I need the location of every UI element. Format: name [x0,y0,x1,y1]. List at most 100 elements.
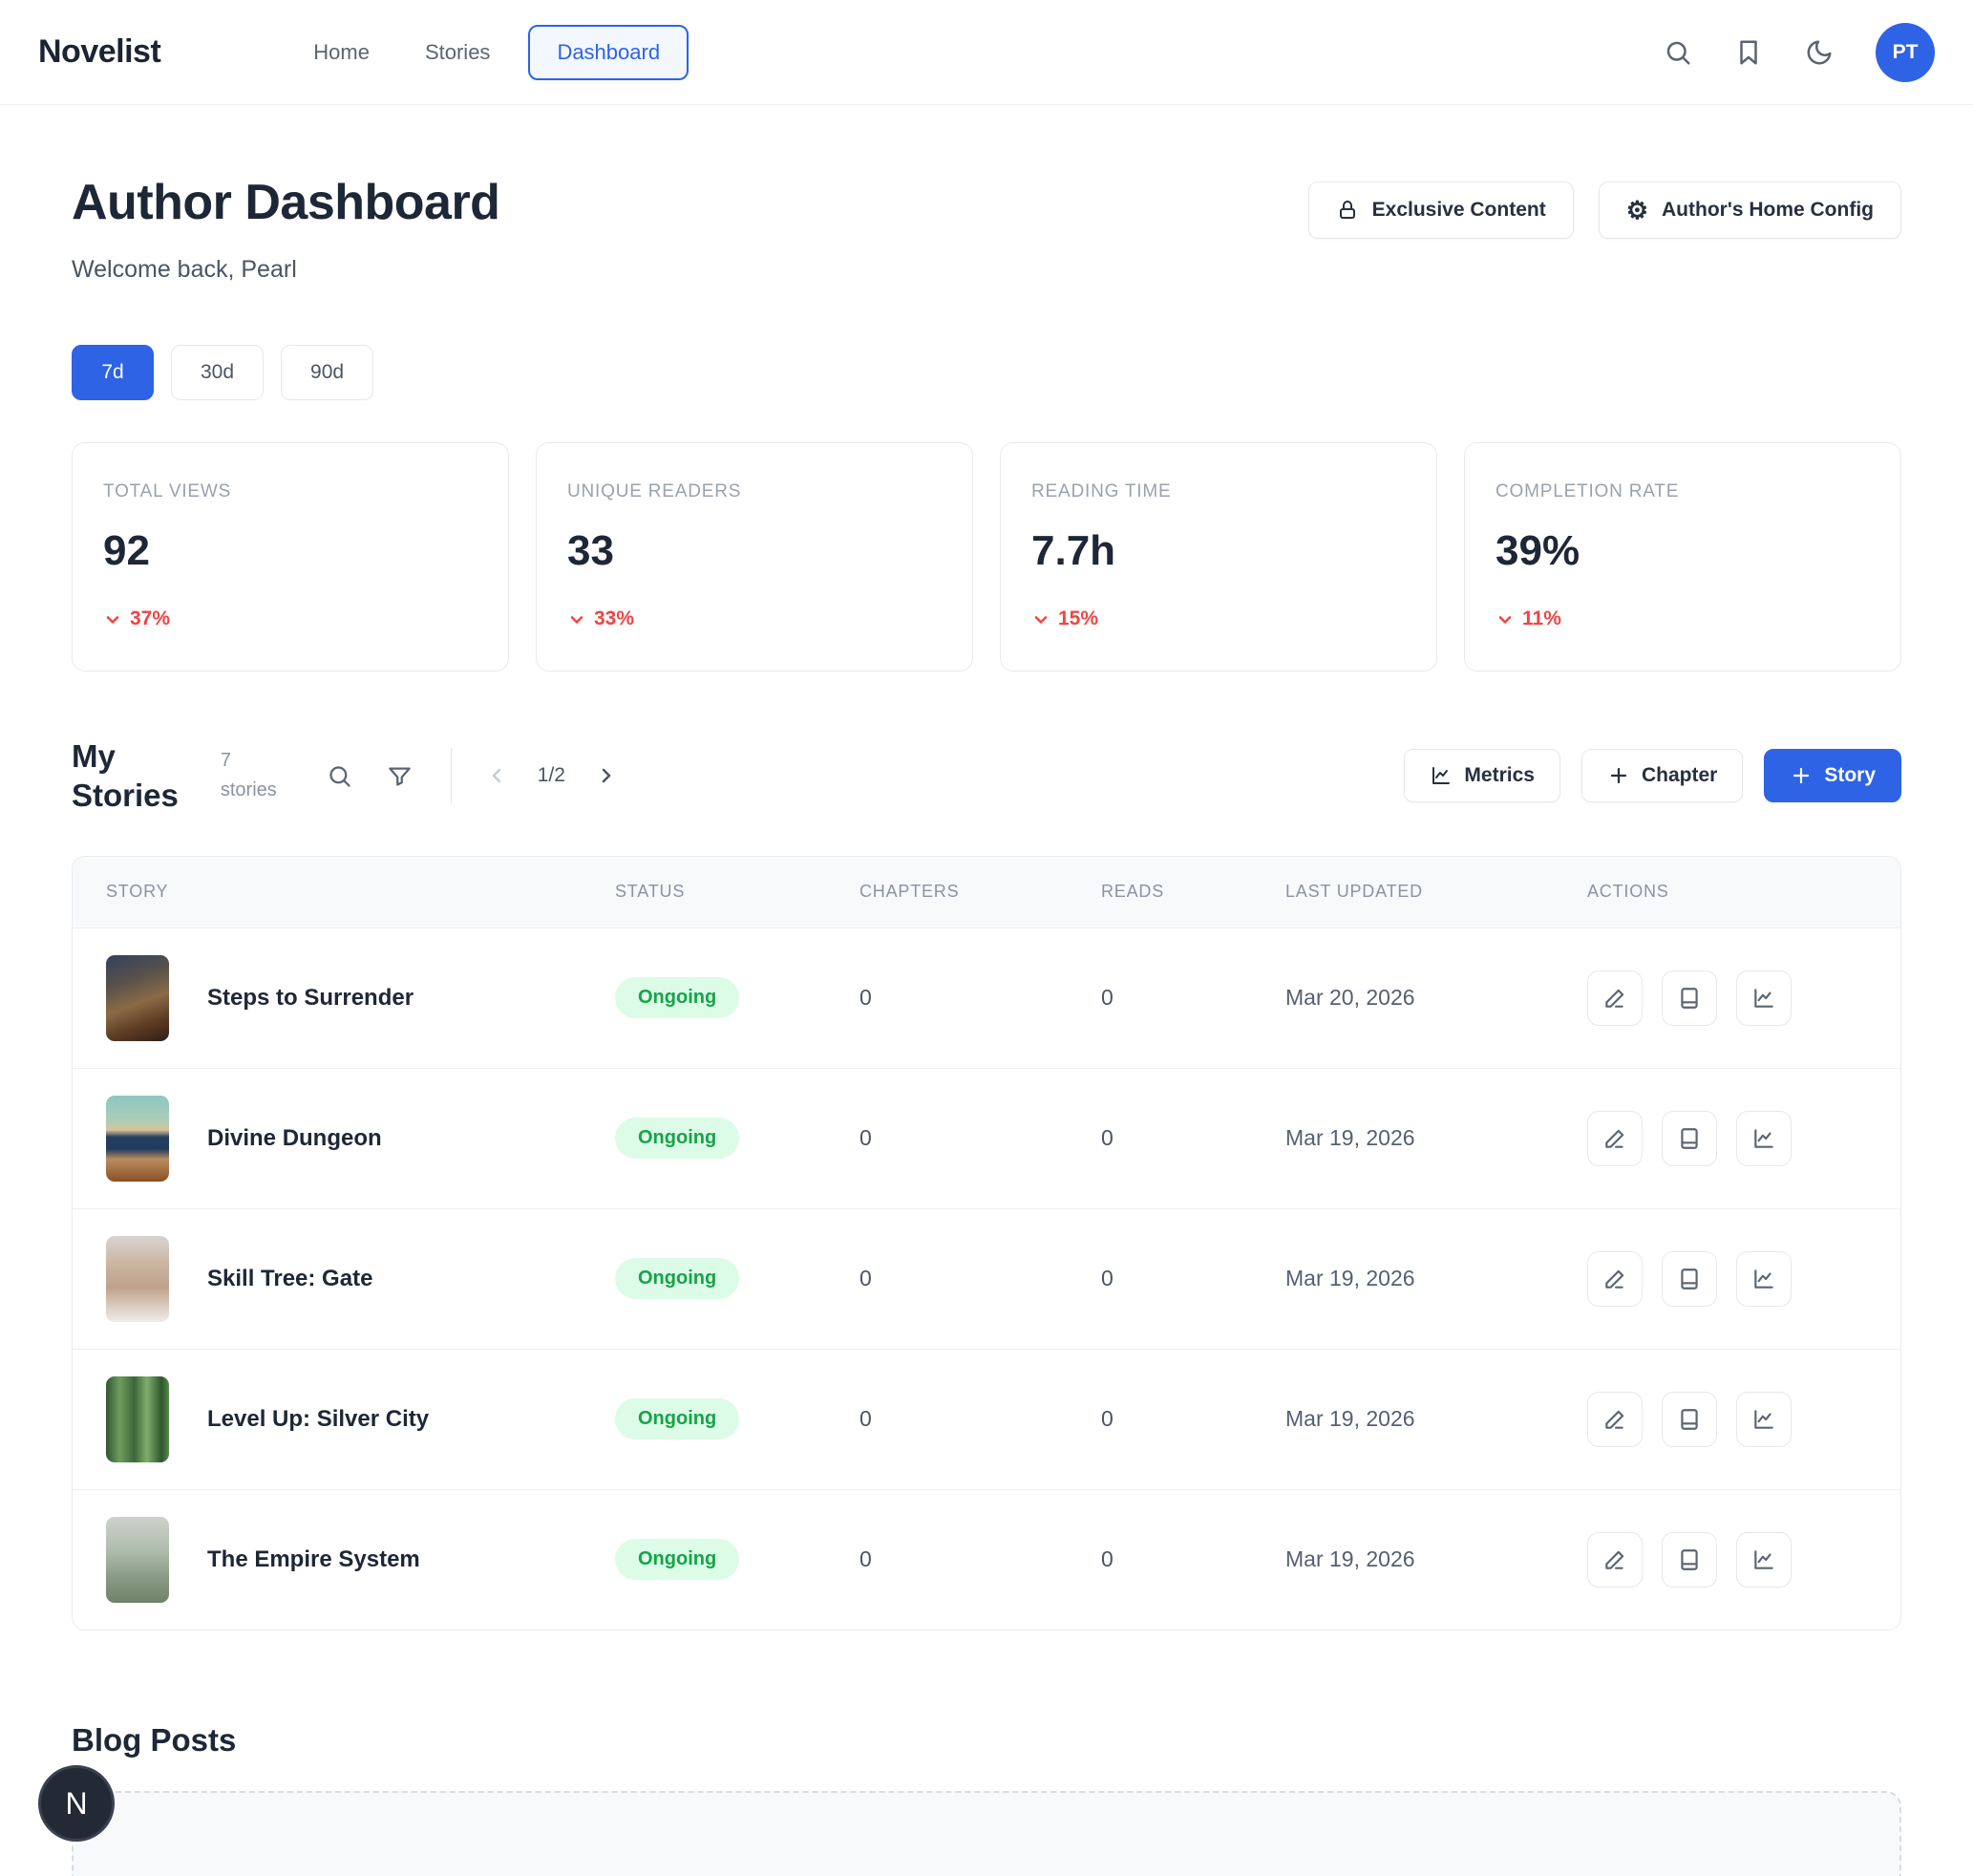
story-title[interactable]: The Empire System [207,1546,420,1573]
edit-story-button[interactable] [1587,1392,1643,1447]
col-reads: READS [1101,882,1285,902]
main-content: Author Dashboard Welcome back, Pearl Exc… [0,174,1973,1876]
read-story-button[interactable] [1662,1251,1717,1307]
chapters-count: 0 [859,1125,1101,1151]
page-header: Author Dashboard Welcome back, Pearl Exc… [72,174,1901,284]
edit-story-button[interactable] [1587,1251,1643,1307]
brand-logo[interactable]: Novelist [38,33,160,71]
col-chapters: CHAPTERS [859,882,1101,902]
book-icon [1677,1126,1702,1151]
chart-icon [1430,764,1453,787]
story-metrics-button[interactable] [1736,1251,1792,1307]
status-badge: Ongoing [615,1258,739,1299]
story-cover-image[interactable] [106,1096,169,1182]
col-actions: ACTIONS [1587,882,1900,902]
reads-count: 0 [1101,1125,1285,1151]
story-title[interactable]: Level Up: Silver City [207,1406,429,1433]
authors-home-config-button[interactable]: ⚙ Author's Home Config [1599,181,1901,239]
page-next-icon[interactable] [594,764,617,787]
plus-icon [1607,764,1630,787]
page-header-text: Author Dashboard Welcome back, Pearl [72,174,499,284]
status-badge: Ongoing [615,1398,739,1439]
page-indicator: 1/2 [538,764,565,787]
story-cover-image[interactable] [106,1236,169,1322]
story-title[interactable]: Skill Tree: Gate [207,1266,372,1292]
my-stories-title: My Stories [72,736,179,816]
stat-card-reading-time: READING TIME 7.7h 15% [1000,442,1437,672]
nav-links: Home Stories Dashboard [296,25,689,80]
book-icon [1677,1267,1702,1291]
story-title[interactable]: Divine Dungeon [207,1125,382,1152]
story-cover-image[interactable] [106,955,169,1041]
nav-link-stories[interactable]: Stories [408,27,507,78]
blog-posts-empty-panel: Subscribers will be able to read your po… [72,1791,1901,1876]
range-7d-button[interactable]: 7d [72,345,154,400]
story-title[interactable]: Steps to Surrender [207,985,414,1012]
col-status: STATUS [615,882,859,902]
edit-story-button[interactable] [1587,970,1643,1026]
story-metrics-button[interactable] [1736,1532,1792,1588]
pencil-icon [1602,1407,1627,1432]
table-row: The Empire System Ongoing 0 0 Mar 19, 20… [73,1489,1900,1630]
top-nav: Novelist Home Stories Dashboard PT [0,0,1973,105]
last-updated: Mar 19, 2026 [1285,1546,1587,1572]
chapters-count: 0 [859,1266,1101,1291]
table-row: Skill Tree: Gate Ongoing 0 0 Mar 19, 202… [73,1208,1900,1349]
nav-link-home[interactable]: Home [296,27,387,78]
read-story-button[interactable] [1662,1532,1717,1588]
bookmark-icon[interactable] [1734,38,1763,67]
status-badge: Ongoing [615,1118,739,1159]
book-icon [1677,1407,1702,1432]
chart-icon [1751,1407,1776,1432]
add-chapter-button[interactable]: Chapter [1581,749,1743,802]
story-metrics-button[interactable] [1736,970,1792,1026]
edit-story-button[interactable] [1587,1532,1643,1588]
last-updated: Mar 19, 2026 [1285,1266,1587,1291]
table-header-row: STORY STATUS CHAPTERS READS LAST UPDATED… [73,857,1900,927]
reads-count: 0 [1101,985,1285,1011]
last-updated: Mar 19, 2026 [1285,1125,1587,1151]
story-metrics-button[interactable] [1736,1392,1792,1447]
read-story-button[interactable] [1662,1111,1717,1166]
stories-search-icon[interactable] [327,763,352,789]
chapters-count: 0 [859,985,1101,1011]
my-stories-toolbar: My Stories 7 stories 1/2 [72,736,1901,816]
edit-story-button[interactable] [1587,1111,1643,1166]
add-story-button[interactable]: Story [1764,749,1901,802]
read-story-button[interactable] [1662,1392,1717,1447]
trend-down-icon [567,609,586,629]
metrics-button[interactable]: Metrics [1404,749,1560,802]
toolbar-divider [451,748,452,803]
plus-icon [1790,764,1813,787]
page-title: Author Dashboard [72,174,499,231]
col-last-updated: LAST UPDATED [1285,882,1587,902]
chart-icon [1751,986,1776,1011]
page-prev-icon[interactable] [486,764,509,787]
stories-count: 7 stories [221,746,277,805]
blog-posts-title: Blog Posts [72,1722,1901,1759]
welcome-text: Welcome back, Pearl [72,256,499,284]
dark-mode-moon-icon[interactable] [1805,38,1834,67]
chapters-count: 0 [859,1406,1101,1432]
story-cover-image[interactable] [106,1517,169,1603]
read-story-button[interactable] [1662,970,1717,1026]
stories-tools [327,763,413,789]
status-badge: Ongoing [615,977,739,1018]
nav-link-dashboard[interactable]: Dashboard [528,25,689,80]
search-icon[interactable] [1664,38,1692,67]
range-30d-button[interactable]: 30d [171,345,264,400]
book-icon [1677,986,1702,1011]
story-metrics-button[interactable] [1736,1111,1792,1166]
stat-card-unique-readers: UNIQUE READERS 33 33% [536,442,973,672]
novelist-fab-button[interactable]: N [38,1765,115,1842]
filter-funnel-icon[interactable] [387,763,413,789]
story-cover-image[interactable] [106,1376,169,1462]
trend-down-icon [1031,609,1050,629]
gear-icon: ⚙ [1626,198,1648,223]
range-90d-button[interactable]: 90d [281,345,373,400]
table-row: Divine Dungeon Ongoing 0 0 Mar 19, 2026 [73,1068,1900,1208]
exclusive-content-button[interactable]: Exclusive Content [1308,181,1574,239]
user-avatar[interactable]: PT [1876,23,1935,82]
book-icon [1677,1547,1702,1572]
range-filter: 7d 30d 90d [72,345,1901,400]
